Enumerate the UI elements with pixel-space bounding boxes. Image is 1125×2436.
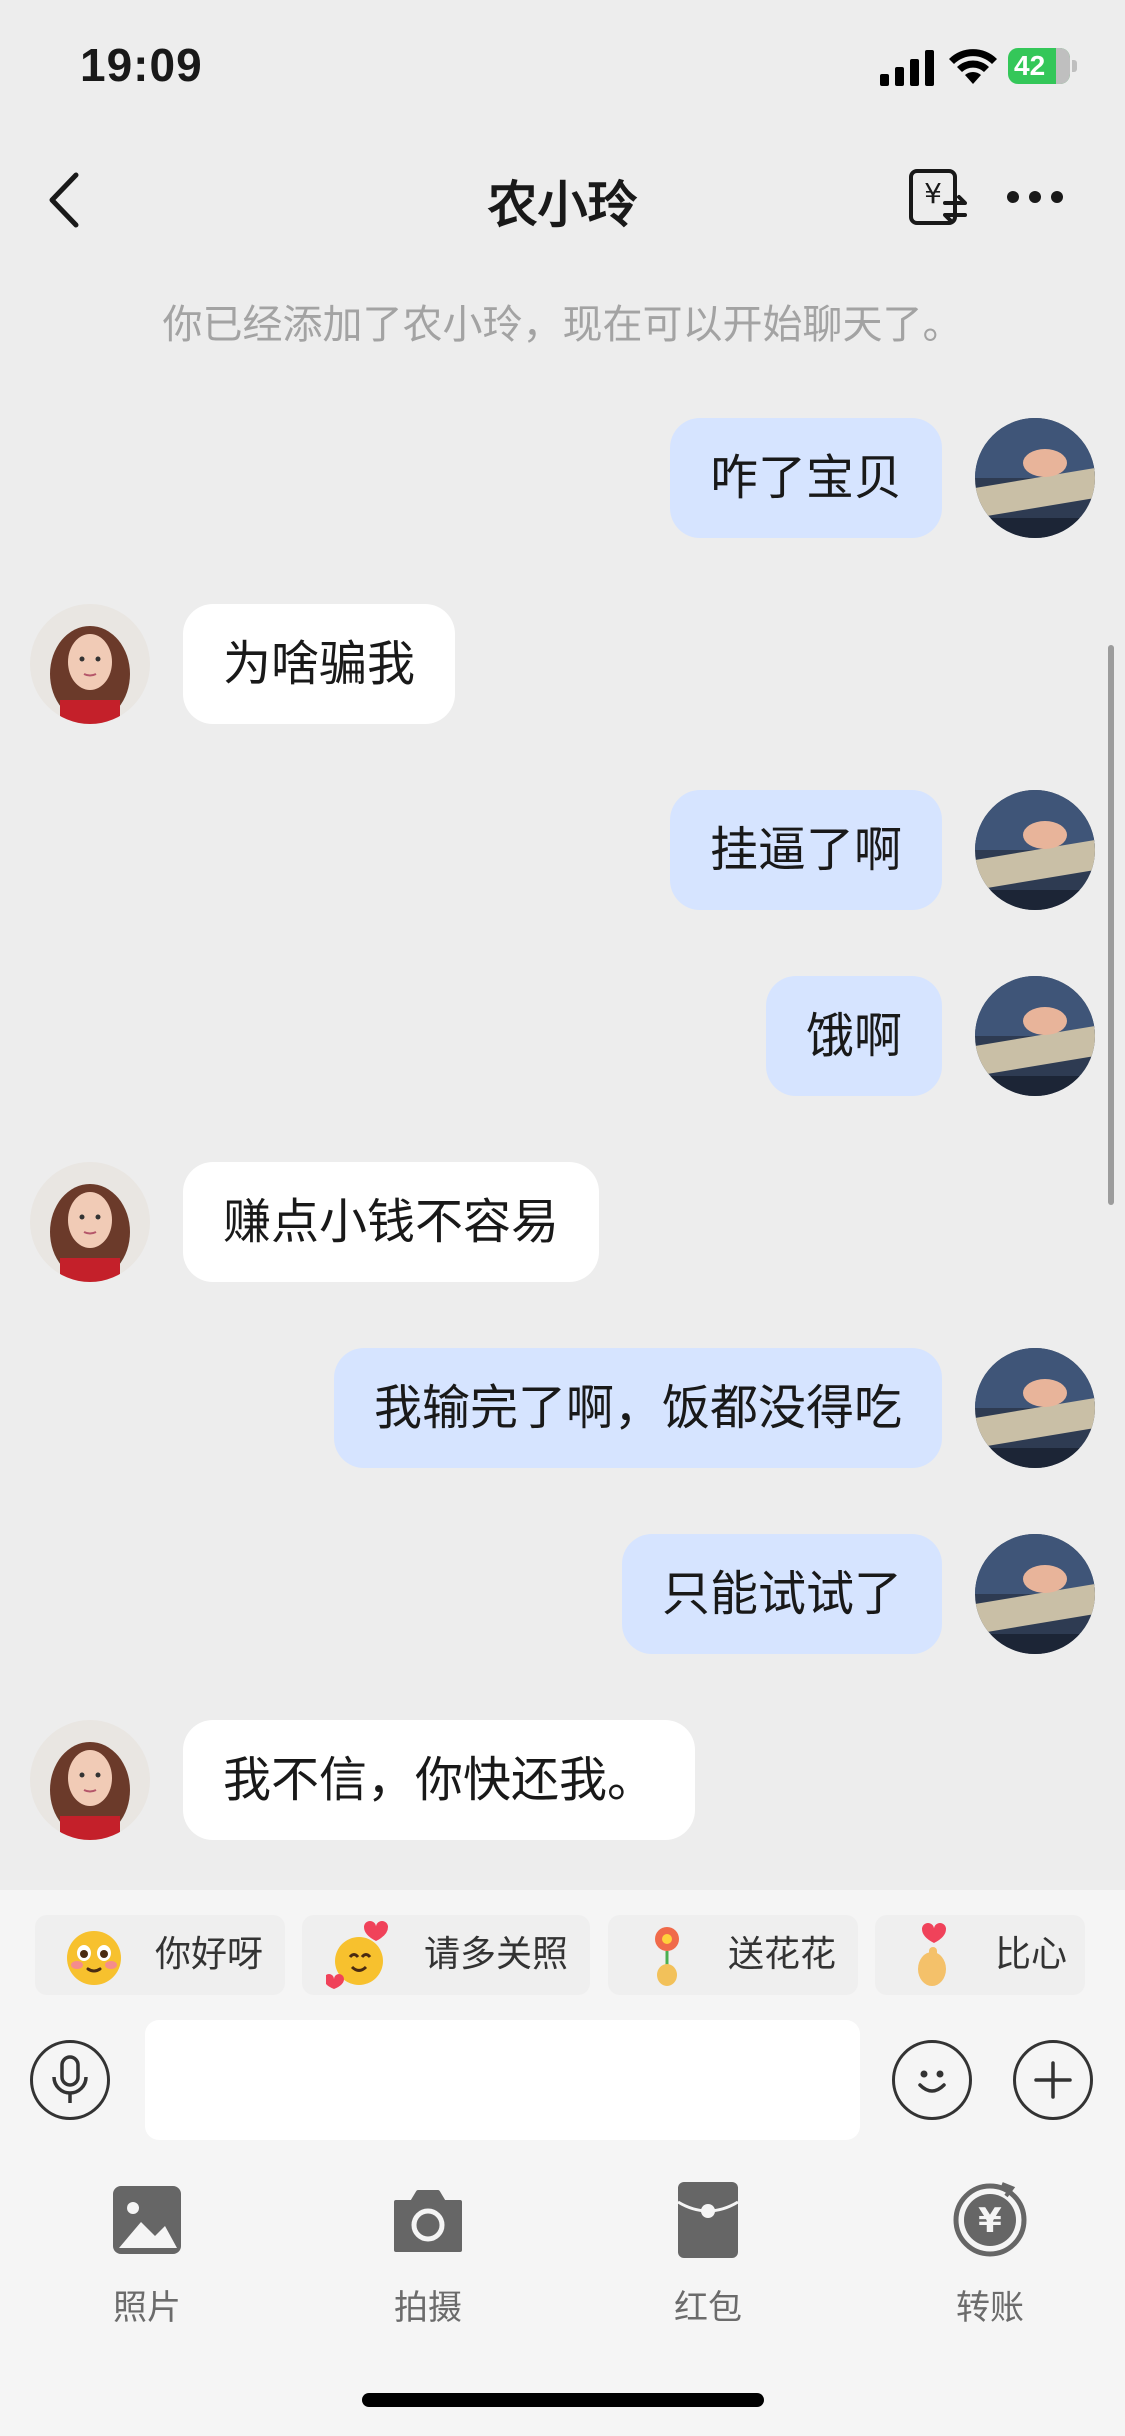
battery-level: 42 [1014,50,1046,81]
quick-reply-flower[interactable]: 送花花 [608,1915,858,1995]
flower-icon [655,1927,679,1986]
outgoing-message: 我输完了啊，饭都没得吃 [0,1348,1125,1478]
plus-icon [1034,2061,1072,2099]
status-bar: 19:09 42 [0,0,1125,135]
hugging-face-icon [326,1921,388,1989]
tool-label: 转账 [956,2288,1024,2328]
transfer-icon: ¥ [953,2182,1027,2257]
quick-reply-label: 你好呀 [155,1934,264,1975]
photo-icon [113,2186,181,2254]
message-bubble[interactable]: 我输完了啊，饭都没得吃 [333,1348,942,1468]
my-avatar[interactable] [975,1348,1095,1468]
smiley-icon [918,2070,946,2093]
contact-avatar[interactable] [30,1720,150,1840]
blushing-face-icon [67,1931,121,1985]
nav-bar: 农小玲 ¥ [0,145,1125,255]
message-bubble[interactable]: 我不信，你快还我。 [183,1720,696,1840]
microphone-icon [52,2055,88,2103]
emoji-button[interactable] [892,2040,972,2120]
more-actions-button[interactable] [1013,2040,1093,2120]
my-avatar[interactable] [975,418,1095,538]
quick-reply-heart[interactable]: 比心 [875,1915,1085,1995]
status-time: 19:09 [80,39,203,91]
home-indicator [362,2393,764,2407]
currency-exchange-icon[interactable]: ¥ [905,165,969,229]
message-bubble[interactable]: 咋了宝贝 [669,418,942,538]
incoming-message: 为啥骗我 [0,604,1125,734]
tool-label: 红包 [674,2288,742,2328]
my-avatar[interactable] [975,790,1095,910]
wifi-icon [949,49,997,84]
incoming-message: 我不信，你快还我。 [0,1720,1125,1850]
voice-button[interactable] [30,2040,110,2120]
more-options-icon[interactable] [1005,185,1065,209]
tool-camera[interactable]: 拍摄 [328,2180,528,2340]
incoming-message: 赚点小钱不容易 [0,1162,1125,1292]
contact-avatar[interactable] [30,1162,150,1282]
quick-reply-hello[interactable]: 你好呀 [35,1915,285,1995]
message-bubble[interactable]: 饿啊 [765,976,942,1096]
tool-photo[interactable]: 照片 [47,2180,247,2340]
message-bubble[interactable]: 只能试试了 [621,1534,942,1654]
svg-text:¥: ¥ [924,177,942,210]
message-input[interactable] [145,2020,860,2140]
scrollbar[interactable] [1108,645,1114,1205]
outgoing-message: 只能试试了 [0,1534,1125,1664]
message-bubble[interactable]: 挂逼了啊 [669,790,942,910]
message-bubble[interactable]: 为啥骗我 [183,604,456,724]
my-avatar[interactable] [975,976,1095,1096]
outgoing-message: 饿啊 [0,976,1125,1106]
input-row [0,2020,1125,2145]
battery-icon: 42 [1008,48,1078,86]
quick-reply-label: 送花花 [728,1934,837,1975]
cellular-signal-icon [880,50,934,86]
red-packet-icon [677,2182,739,2258]
contact-avatar[interactable] [30,604,150,724]
quick-reply-label: 请多关照 [424,1934,569,1975]
tool-label: 照片 [113,2288,181,2328]
svg-text:¥: ¥ [978,2201,1002,2241]
outgoing-message: 咋了宝贝 [0,418,1125,548]
tool-red-packet[interactable]: 红包 [608,2180,808,2340]
tool-label: 拍摄 [394,2288,462,2328]
system-notice: 你已经添加了农小玲，现在可以开始聊天了。 [162,302,963,348]
outgoing-message: 挂逼了啊 [0,790,1125,920]
camera-icon [394,2190,462,2252]
finger-heart-icon [918,1923,946,1986]
message-bubble[interactable]: 赚点小钱不容易 [183,1162,600,1282]
quick-reply-please[interactable]: 请多关照 [302,1915,590,1995]
tool-bar: 照片 拍摄 红包 ¥ 转账 [0,2180,1125,2340]
quick-reply-label: 比心 [995,1934,1068,1975]
my-avatar[interactable] [975,1534,1095,1654]
tool-transfer[interactable]: ¥ 转账 [890,2180,1090,2340]
